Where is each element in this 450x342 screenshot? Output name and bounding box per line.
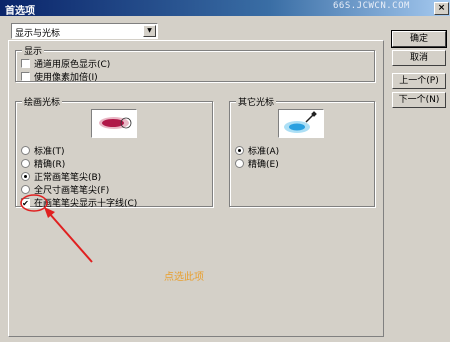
annotation-arrow-icon (20, 194, 93, 263)
cancel-button[interactable]: 取消 (392, 50, 446, 66)
previous-button[interactable]: 上一个(P) (392, 73, 446, 89)
ok-button[interactable]: 确定 (391, 30, 447, 48)
title-bar: 首选项 66S.JCWCN.COM × (0, 0, 450, 17)
close-button[interactable]: × (434, 2, 449, 15)
dialog-body: 显示与光标 ▼ 显示 通道用原色显示(C) 使用像素加倍(I) 绘画光标 标准(… (3, 16, 447, 339)
watermark-text: 66S.JCWCN.COM (333, 1, 410, 11)
next-button[interactable]: 下一个(N) (392, 92, 446, 108)
window-title: 首选项 (5, 6, 35, 17)
